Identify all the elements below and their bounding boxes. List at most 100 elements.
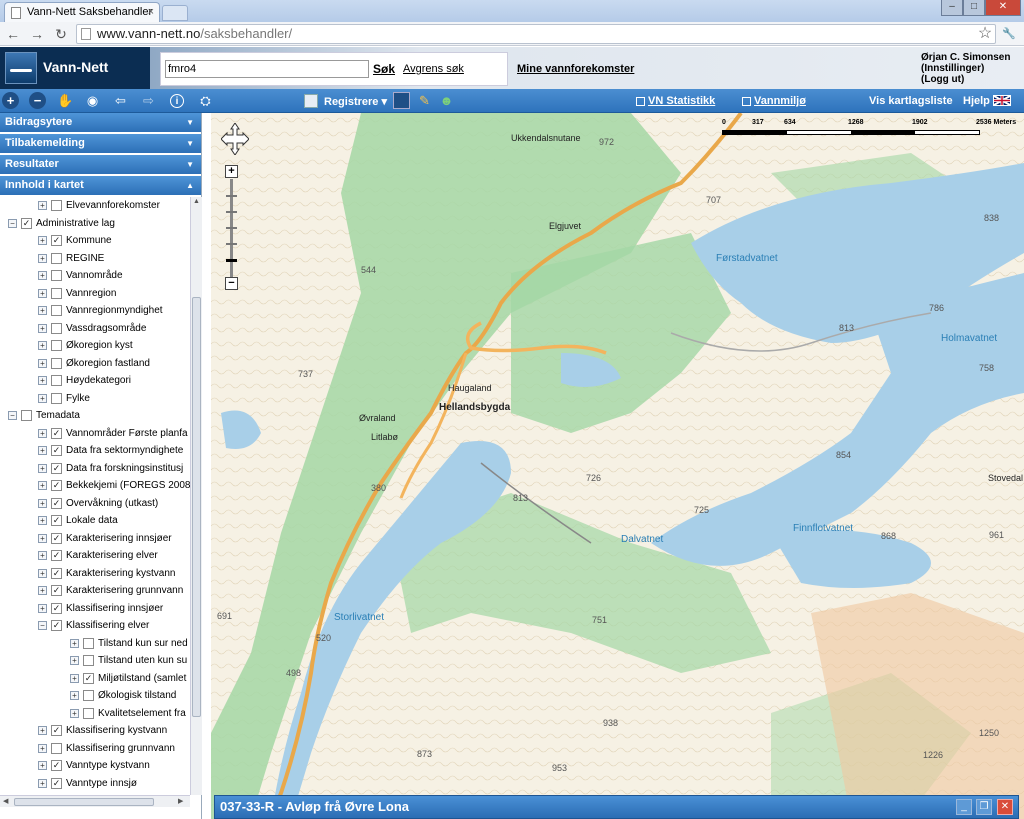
layer-checkbox[interactable]: ✓ [51,462,62,474]
layer-checkbox[interactable]: ✓ [51,235,62,246]
new-tab-button[interactable] [162,5,188,21]
layer-tree-item[interactable]: + Økoregion kyst [0,337,190,354]
expand-node-icon[interactable]: + [38,428,47,438]
layer-checkbox[interactable] [83,637,94,649]
expand-node-icon[interactable]: + [38,778,47,788]
layer-tree-item[interactable]: + ✓ Vanntype kystvann [0,757,190,774]
layer-checkbox[interactable]: ✓ [51,760,62,771]
next-extent-icon[interactable]: ⇨ [140,92,157,109]
layer-tree-item[interactable]: − ✓ Administrative lag [0,215,190,232]
address-bar[interactable]: www.vann-nett.no/saksbehandler/ [76,24,996,44]
select-pointer-icon[interactable] [393,92,410,109]
expand-node-icon[interactable]: + [38,533,47,543]
restore-window-button[interactable]: ❐ [976,799,992,815]
sidebar-section-header[interactable]: Innhold i kartet ▲ [0,176,201,196]
layer-tree-item[interactable]: + Fylke [0,390,190,407]
register-menu[interactable]: Registrere ▾ [324,95,387,108]
sidebar-section-header[interactable]: Tilbakemelding ▼ [0,134,201,154]
expand-node-icon[interactable]: + [38,446,47,455]
layer-tree-item[interactable]: + ✓ Karakterisering innsjøer [0,530,190,547]
sidebar-section-header[interactable]: Bidragsytere ▼ [0,113,201,133]
expand-node-icon[interactable]: + [38,341,47,350]
expand-node-icon[interactable]: + [38,201,47,210]
close-window-button[interactable]: ✕ [997,799,1013,815]
expand-node-icon[interactable]: + [70,638,79,648]
scroll-up-icon[interactable]: ▲ [193,198,200,205]
layer-tree-item[interactable]: − Temadata [0,407,190,424]
layer-checkbox[interactable] [51,375,62,386]
expand-node-icon[interactable]: + [38,236,47,245]
expand-node-icon[interactable]: + [38,288,47,298]
layer-checkbox[interactable] [51,252,62,264]
layer-tree-item[interactable]: + ✓ Karakterisering grunnvann [0,582,190,599]
expand-node-icon[interactable]: + [38,376,47,385]
layer-checkbox[interactable]: ✓ [51,620,62,631]
layer-tree-item[interactable]: + Vannregion [0,285,190,302]
layer-tree-item[interactable]: + ✓ Klassifisering innsjøer [0,600,190,617]
collapse-node-icon[interactable]: − [38,621,47,630]
layer-tree-item[interactable]: + Tilstand kun sur ned [0,635,190,652]
layer-tree-vertical-scrollbar[interactable]: ▲ [190,197,202,795]
layer-checkbox[interactable]: ✓ [51,567,62,579]
zoom-level-tick[interactable] [226,243,237,245]
expand-node-icon[interactable]: + [70,708,79,718]
layer-list-link[interactable]: Vis kartlagsliste [869,95,953,107]
english-flag-icon[interactable] [993,95,1011,106]
refine-search-link[interactable]: Avgrens søk [403,63,464,75]
zoom-level-tick[interactable] [226,211,237,213]
layer-tree-item[interactable]: + ✓ Karakterisering kystvann [0,565,190,582]
zoom-level-tick[interactable] [226,227,237,229]
vn-statistics-link[interactable]: VN Statistikk [648,95,715,107]
logout-link[interactable]: (Logg ut) [921,74,1010,85]
layer-tree-item[interactable]: + ✓ Lokale data [0,512,190,529]
zoom-slider[interactable]: + − [225,165,239,291]
zoom-level-tick[interactable] [226,195,237,197]
layer-tree-item[interactable]: + ✓ Kommune [0,232,190,249]
expand-node-icon[interactable]: + [38,358,47,368]
layers-tool-icon[interactable]: ⛭ [197,92,214,109]
layer-checkbox[interactable]: ✓ [51,480,62,491]
collapse-node-icon[interactable]: − [8,411,17,420]
my-waters-link[interactable]: Mine vannforekomster [517,63,634,75]
layer-tree-item[interactable]: + Vannområde [0,267,190,284]
layer-checkbox[interactable] [51,357,62,369]
zoom-full-extent-icon[interactable]: ◉ [84,92,101,109]
zoom-in-icon[interactable]: + [2,92,19,109]
expand-node-icon[interactable]: + [38,481,47,490]
settings-link[interactable]: (Innstillinger) [921,63,1010,74]
layer-tree-item[interactable]: + Klassifisering grunnvann [0,740,190,757]
layer-tree-item[interactable]: + ✓ Miljøtilstand (samlet [0,670,190,687]
wrench-icon[interactable]: 🔧 [1000,24,1018,44]
layer-tree-item[interactable]: + ✓ Data fra sektormyndighete [0,442,190,459]
expand-node-icon[interactable]: + [70,691,79,700]
layer-checkbox[interactable] [83,655,94,666]
window-close-button[interactable]: ✕ [985,0,1021,16]
expand-node-icon[interactable]: + [38,586,47,595]
scrollbar-thumb[interactable] [192,297,201,717]
expand-node-icon[interactable]: + [70,656,79,665]
info-icon[interactable]: i [170,94,184,108]
layer-checkbox[interactable]: ✓ [51,777,62,789]
layer-tree-item[interactable]: + ✓ Data fra forskningsinstitusj [0,460,190,477]
expand-node-icon[interactable]: + [38,551,47,560]
layer-checkbox[interactable] [51,270,62,281]
layer-tree-item[interactable]: + ✓ Karakterisering elver [0,547,190,564]
map-zoom-out-button[interactable]: − [225,277,238,290]
expand-node-icon[interactable]: + [38,603,47,613]
layer-checkbox[interactable] [51,200,62,211]
layer-checkbox[interactable]: ✓ [51,445,62,456]
expand-node-icon[interactable]: + [38,271,47,280]
layer-tree-item[interactable]: + Tilstand uten kun su [0,652,190,669]
layer-checkbox[interactable]: ✓ [51,427,62,439]
layer-checkbox[interactable] [51,392,62,404]
search-input[interactable] [165,60,369,78]
layer-tree-horizontal-scrollbar[interactable]: ◀ ▶ [0,795,190,807]
layer-checkbox[interactable]: ✓ [51,725,62,736]
layer-checkbox[interactable]: ✓ [51,585,62,596]
scroll-right-icon[interactable]: ▶ [178,797,183,805]
expand-node-icon[interactable]: + [38,463,47,473]
layer-tree-item[interactable]: + ✓ Vannområder Første planfa [0,425,190,442]
expand-node-icon[interactable]: + [38,761,47,770]
layer-checkbox[interactable] [51,322,62,334]
layer-tree-item[interactable]: + Økologisk tilstand [0,687,190,704]
